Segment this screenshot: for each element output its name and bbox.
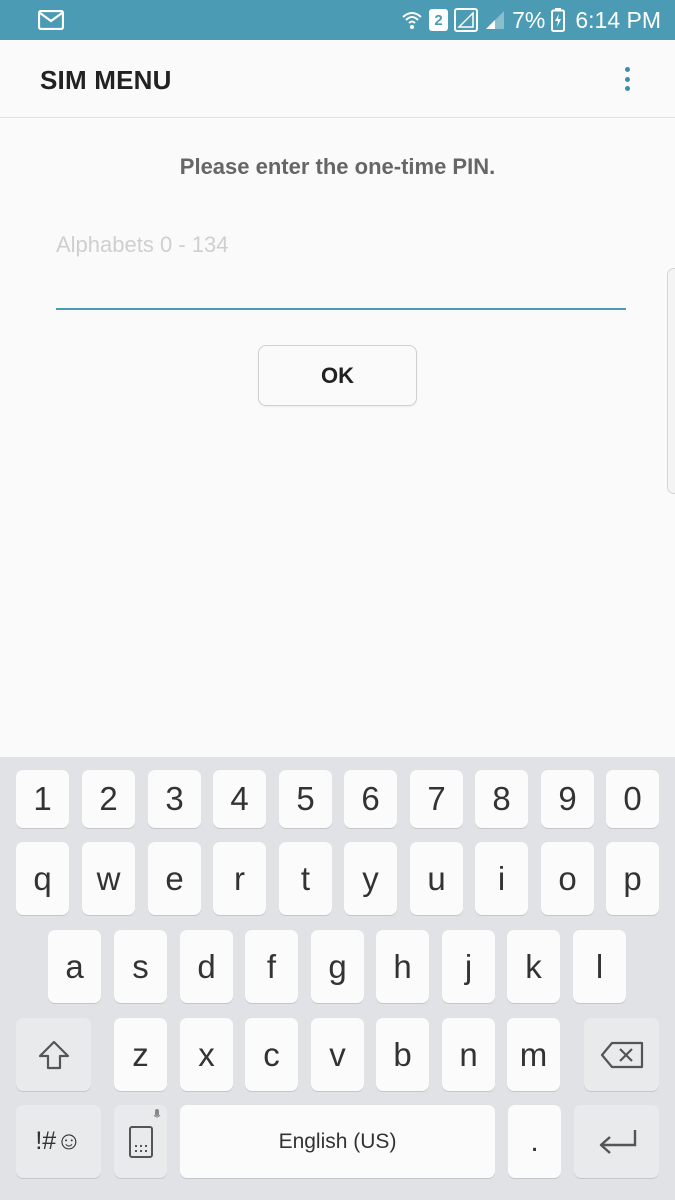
keyboard-icon	[128, 1125, 153, 1158]
clock: 6:14 PM	[575, 6, 661, 33]
key-i[interactable]: i	[475, 842, 528, 915]
status-indicators: 2 7% 6:14 PM	[401, 0, 661, 40]
enter-icon	[599, 1129, 636, 1154]
key-4[interactable]: 4	[213, 770, 266, 828]
key-f[interactable]: f	[245, 930, 298, 1003]
wifi-icon	[402, 12, 422, 29]
key-x[interactable]: x	[180, 1018, 233, 1091]
key-5[interactable]: 5	[279, 770, 332, 828]
no-signal-sim-icon	[454, 8, 479, 32]
backspace-key[interactable]	[584, 1018, 659, 1091]
pin-prompt: Please enter the one-time PIN.	[179, 154, 496, 179]
key-g[interactable]: g	[311, 930, 364, 1003]
key-n[interactable]: n	[442, 1018, 495, 1091]
key-m[interactable]: m	[507, 1018, 560, 1091]
key-a[interactable]: a	[48, 930, 101, 1003]
key-7[interactable]: 7	[410, 770, 463, 828]
key-3[interactable]: 3	[148, 770, 201, 828]
keyboard: 1 2 3 4 5 6 7 8 9 0 q w e r t y u i o p …	[0, 757, 675, 1200]
key-l[interactable]: l	[573, 930, 626, 1003]
keyboard-mode-key[interactable]	[114, 1105, 167, 1178]
enter-key[interactable]	[574, 1105, 659, 1178]
shift-icon	[38, 1040, 69, 1069]
more-vert-icon	[624, 67, 630, 72]
pin-input[interactable]	[56, 226, 626, 310]
sim-badge: 2	[429, 9, 449, 31]
app-bar: SIM MENU	[0, 40, 675, 118]
key-2[interactable]: 2	[82, 770, 135, 828]
key-s[interactable]: s	[114, 930, 167, 1003]
battery-percent: 7%	[512, 6, 546, 33]
key-r[interactable]: r	[213, 842, 266, 915]
status-bar: 2 7% 6:14 PM	[0, 0, 675, 40]
mic-icon	[153, 1109, 161, 1118]
key-v[interactable]: v	[311, 1018, 364, 1091]
space-key[interactable]: English (US)	[180, 1105, 495, 1178]
backspace-icon	[600, 1041, 643, 1068]
key-0[interactable]: 0	[606, 770, 659, 828]
page-title: SIM MENU	[40, 65, 172, 95]
key-y[interactable]: y	[344, 842, 397, 915]
ok-button[interactable]: OK	[258, 345, 417, 406]
key-d[interactable]: d	[180, 930, 233, 1003]
key-period[interactable]: .	[508, 1105, 561, 1178]
key-k[interactable]: k	[507, 930, 560, 1003]
key-t[interactable]: t	[279, 842, 332, 915]
key-p[interactable]: p	[606, 842, 659, 915]
key-9[interactable]: 9	[541, 770, 594, 828]
key-e[interactable]: e	[148, 842, 201, 915]
key-1[interactable]: 1	[16, 770, 69, 828]
key-8[interactable]: 8	[475, 770, 528, 828]
key-u[interactable]: u	[410, 842, 463, 915]
key-z[interactable]: z	[114, 1018, 167, 1091]
symbols-key[interactable]: !#☺	[16, 1105, 101, 1178]
shift-key[interactable]	[16, 1018, 91, 1091]
more-options-button[interactable]	[615, 64, 639, 94]
mail-icon	[38, 10, 64, 30]
key-c[interactable]: c	[245, 1018, 298, 1091]
key-6[interactable]: 6	[344, 770, 397, 828]
key-h[interactable]: h	[376, 930, 429, 1003]
battery-charging-icon	[551, 8, 566, 32]
key-b[interactable]: b	[376, 1018, 429, 1091]
key-j[interactable]: j	[442, 930, 495, 1003]
edge-panel-handle[interactable]	[667, 268, 675, 494]
key-w[interactable]: w	[82, 842, 135, 915]
signal-icon	[486, 11, 505, 29]
key-o[interactable]: o	[541, 842, 594, 915]
key-q[interactable]: q	[16, 842, 69, 915]
